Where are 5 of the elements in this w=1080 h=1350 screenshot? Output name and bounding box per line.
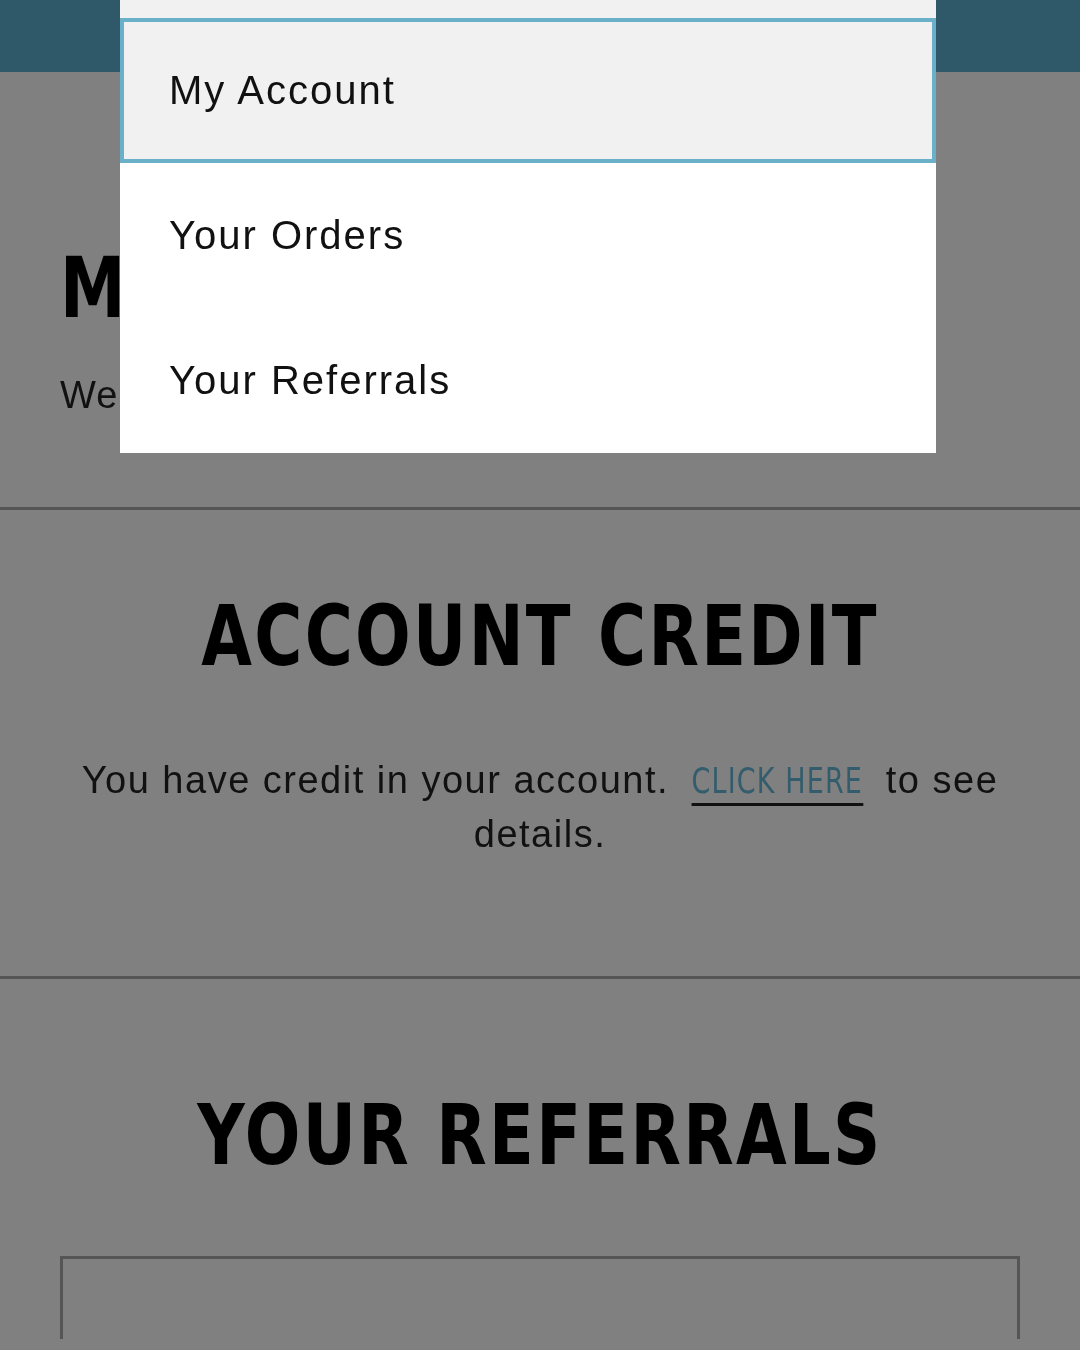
credit-text: You have credit in your account. CLICK HERE to see details. (80, 757, 1000, 857)
section-heading: ACCOUNT CREDIT (200, 590, 880, 683)
welcome-text: We (60, 374, 119, 418)
menu-item[interactable]: My Account (120, 18, 936, 163)
section-heading: YOUR REFERRALS (196, 1088, 884, 1182)
